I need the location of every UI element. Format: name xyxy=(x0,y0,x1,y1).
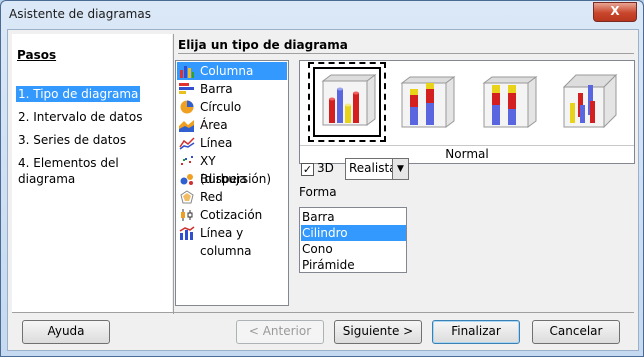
cylinder-chart-stacked-icon xyxy=(400,76,456,128)
shape-option-cylinder[interactable]: Cilindro xyxy=(301,225,406,241)
variant-stacked[interactable] xyxy=(390,63,464,143)
variant-deep[interactable] xyxy=(554,63,628,143)
area-chart-icon xyxy=(179,120,194,132)
vertical-divider xyxy=(173,34,174,314)
variant-normal-frame xyxy=(313,67,381,137)
column-chart-icon xyxy=(180,66,194,78)
chart-wizard-window: Asistente de diagramas X Pasos 1. Tipo d… xyxy=(0,0,644,357)
3d-checkbox-label[interactable]: 3D xyxy=(317,161,334,175)
shape-option-pyramid[interactable]: Pirámide xyxy=(301,257,406,273)
chart-type-area[interactable]: Área xyxy=(177,116,287,134)
stock-chart-icon xyxy=(181,209,193,221)
step-chart-elements[interactable]: 4. Elementos del diagrama xyxy=(16,155,172,186)
chart-type-label: Línea y columna xyxy=(200,226,252,258)
cylinder-chart-percent-icon xyxy=(482,76,538,128)
cancel-button[interactable]: Cancelar xyxy=(532,320,620,344)
chart-type-label: Círculo xyxy=(200,100,242,114)
choose-chart-type-heading: Elija un tipo de diagrama xyxy=(178,38,348,52)
net-chart-icon xyxy=(180,190,194,204)
chart-type-label: Red xyxy=(200,190,223,204)
variant-normal[interactable] xyxy=(308,62,386,142)
footer-divider xyxy=(12,312,634,313)
chart-type-label: Barra xyxy=(200,82,233,96)
bubble-chart-icon xyxy=(180,174,193,185)
cylinder-chart-normal-icon xyxy=(321,74,377,126)
3d-style-value: Realista xyxy=(349,161,397,175)
3d-style-select[interactable]: Realista ▼ xyxy=(345,158,409,180)
line-chart-icon xyxy=(179,137,195,150)
chart-type-label: Cotización xyxy=(200,208,263,222)
chart-type-line[interactable]: Línea xyxy=(177,134,287,152)
chart-type-stock[interactable]: Cotización xyxy=(177,206,287,224)
shape-list[interactable]: Barra Cilindro Cono Pirámide xyxy=(299,207,407,273)
pie-chart-icon xyxy=(180,100,194,114)
chart-type-pie[interactable]: Círculo xyxy=(177,98,287,116)
back-button[interactable]: < Anterior xyxy=(236,320,324,344)
steps-panel: Pasos 1. Tipo de diagrama 2. Intervalo d… xyxy=(12,34,172,312)
chart-type-label: Línea xyxy=(200,136,233,150)
heading-divider xyxy=(178,53,634,54)
chart-type-bubble[interactable]: Burbuja xyxy=(177,170,287,188)
chart-type-bar[interactable]: Barra xyxy=(177,80,287,98)
chart-type-label: Área xyxy=(200,118,228,132)
chart-type-column[interactable]: Columna xyxy=(177,62,287,80)
steps-title: Pasos xyxy=(17,48,57,62)
chart-type-scatter[interactable]: XY (dispersión) xyxy=(177,152,287,186)
dialog-client-area: Pasos 1. Tipo de diagrama 2. Intervalo d… xyxy=(7,29,639,351)
variant-percent-stacked[interactable] xyxy=(472,63,546,143)
cylinder-chart-deep-icon xyxy=(562,73,618,129)
step-data-range[interactable]: 2. Intervalo de datos xyxy=(16,109,144,125)
chart-type-list[interactable]: Columna Barra Círculo Área Línea XY (dis… xyxy=(175,60,289,306)
chart-type-net[interactable]: Red xyxy=(177,188,287,206)
bar-chart-icon xyxy=(179,83,194,94)
column-line-chart-icon xyxy=(179,226,195,240)
window-title: Asistente de diagramas xyxy=(9,7,151,21)
shape-label: Forma xyxy=(299,185,337,199)
help-button[interactable]: Ayuda xyxy=(22,320,110,344)
close-button[interactable]: X xyxy=(593,2,637,22)
step-chart-type[interactable]: 1. Tipo de diagrama xyxy=(16,86,141,102)
scatter-chart-icon xyxy=(181,156,193,165)
chevron-down-icon[interactable]: ▼ xyxy=(392,159,408,179)
finish-button[interactable]: Finalizar xyxy=(432,320,520,344)
shape-option-cone[interactable]: Cono xyxy=(301,241,406,257)
chart-variant-gallery: Normal xyxy=(299,60,635,164)
step-data-series[interactable]: 3. Series de datos xyxy=(16,132,128,148)
chart-type-label: Columna xyxy=(200,64,254,78)
chart-type-label: Burbuja xyxy=(200,172,247,186)
next-button[interactable]: Siguiente > xyxy=(334,320,422,344)
shape-option-bar[interactable]: Barra xyxy=(301,209,406,225)
chart-type-column-and-line[interactable]: Línea y columna xyxy=(177,224,287,258)
title-bar: Asistente de diagramas X xyxy=(1,1,643,29)
3d-checkbox[interactable]: ✓ xyxy=(301,163,314,176)
